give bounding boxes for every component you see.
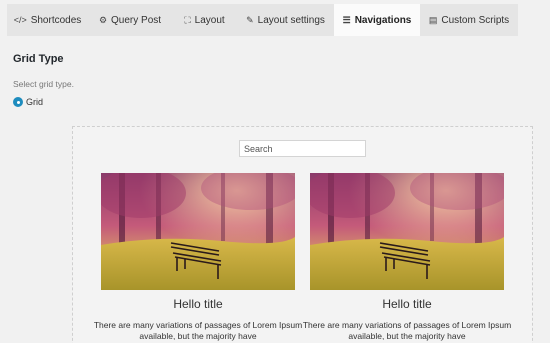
layout-icon: ⛶: [184, 14, 191, 25]
grid-radio-option[interactable]: Grid: [13, 97, 43, 107]
tab-label: Custom Scripts: [441, 14, 510, 26]
card-title[interactable]: Hello title: [310, 297, 504, 311]
tab-query-post[interactable]: ⚙ Query Post: [88, 4, 172, 36]
card-excerpt: There are many variations of passages of…: [302, 320, 512, 341]
card-image[interactable]: [101, 173, 295, 290]
grid-type-help: Select grid type.: [13, 79, 74, 89]
script-icon: ▤: [428, 14, 438, 25]
card-image[interactable]: [310, 173, 504, 290]
search-input[interactable]: [239, 140, 366, 157]
grid-radio-label: Grid: [26, 97, 44, 107]
tab-label: Layout settings: [257, 14, 325, 26]
tab-custom-scripts[interactable]: ▤ Custom Scripts: [420, 4, 518, 36]
grid-type-title: Grid Type: [13, 53, 64, 65]
tab-label: Shortcodes: [30, 14, 82, 26]
tab-navigations[interactable]: ☰ Navigations: [334, 4, 420, 36]
settings-tabs: </> Shortcodes ⚙ Query Post ⛶ Layout ✎ L…: [7, 4, 518, 36]
sliders-icon: ☰: [342, 14, 351, 25]
tab-layout[interactable]: ⛶ Layout: [172, 4, 237, 36]
tab-label: Query Post: [111, 14, 162, 26]
tab-layout-settings[interactable]: ✎ Layout settings: [237, 4, 334, 36]
card-excerpt: There are many variations of passages of…: [93, 320, 303, 341]
grid-radio-button[interactable]: [13, 97, 23, 107]
tab-shortcodes[interactable]: </> Shortcodes: [7, 4, 88, 36]
tab-label: Layout: [194, 14, 225, 26]
tab-label: Navigations: [354, 14, 412, 26]
brush-icon: ✎: [246, 14, 254, 25]
code-icon: </>: [13, 15, 27, 25]
query-icon: ⚙: [98, 14, 108, 25]
card-title[interactable]: Hello title: [101, 297, 295, 311]
